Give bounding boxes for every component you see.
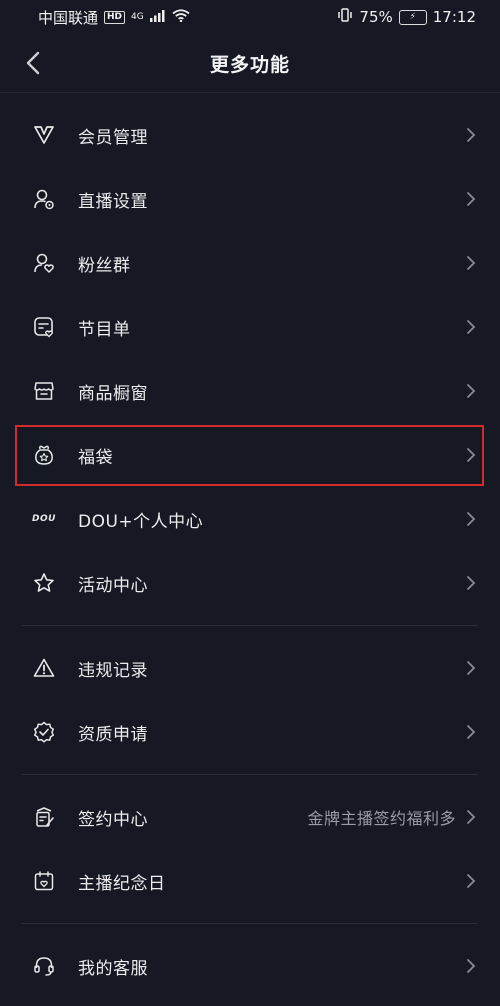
- chevron-right-icon: [466, 957, 478, 975]
- program-list-icon: [32, 315, 56, 339]
- chevron-right-icon: [466, 126, 478, 144]
- chevron-right-icon: [466, 574, 478, 592]
- chevron-right-icon: [466, 318, 478, 336]
- chevron-right-icon: [466, 659, 478, 677]
- menu-item-live-settings[interactable]: 直播设置: [0, 167, 500, 231]
- chevron-right-icon: [466, 446, 478, 464]
- star-icon: [32, 571, 56, 595]
- menu-item-shop-window[interactable]: 商品橱窗: [0, 359, 500, 423]
- vibrate-icon: [337, 8, 353, 26]
- chevron-left-icon: [26, 51, 40, 75]
- menu-item-label: 违规记录: [78, 660, 148, 681]
- chevron-right-icon: [466, 190, 478, 208]
- chevron-right-icon: [466, 254, 478, 272]
- status-bar: 中国联通 HD 4G 75% ⚡ 17:12: [0, 0, 500, 34]
- hd-badge: HD: [104, 10, 126, 24]
- menu-item-label: 主播纪念日: [78, 873, 166, 894]
- menu-item-dou-plus[interactable]: DOU DOU+个人中心: [0, 487, 500, 551]
- chevron-right-icon: [466, 808, 478, 826]
- contract-promo-note: 金牌主播签约福利多: [307, 809, 456, 828]
- signal-icon: [149, 8, 166, 26]
- menu-item-fan-group[interactable]: 粉丝群: [0, 231, 500, 295]
- menu-item-activity-center[interactable]: 活动中心: [0, 551, 500, 615]
- wifi-icon: [172, 8, 190, 26]
- battery-percent: 75%: [359, 8, 393, 26]
- menu-item-label: 直播设置: [78, 191, 148, 212]
- chevron-right-icon: [466, 382, 478, 400]
- status-left: 中国联通 HD 4G: [38, 7, 190, 28]
- fan-group-icon: [32, 251, 56, 275]
- clock: 17:12: [432, 8, 476, 26]
- menu-item-label: 我的客服: [78, 958, 148, 979]
- menu-item-vip[interactable]: 会员管理: [0, 103, 500, 167]
- dou-plus-icon: DOU: [32, 507, 56, 531]
- shop-window-icon: [32, 379, 56, 403]
- menu-item-anniversary[interactable]: 主播纪念日: [0, 849, 500, 913]
- group-divider: [22, 625, 478, 626]
- status-right: 75% ⚡ 17:12: [337, 8, 476, 26]
- menu-item-customer-service[interactable]: 我的客服: [0, 934, 500, 998]
- chevron-right-icon: [466, 510, 478, 528]
- app-header: 更多功能: [0, 34, 500, 93]
- headset-icon: [32, 954, 56, 978]
- group-divider: [22, 774, 478, 775]
- menu-item-label: 资质申请: [78, 724, 148, 745]
- menu-item-label: 签约中心: [78, 809, 148, 830]
- lucky-bag-icon: [32, 443, 56, 467]
- menu-item-label: 活动中心: [78, 575, 148, 596]
- menu-item-contract-center[interactable]: 签约中心 金牌主播签约福利多: [0, 785, 500, 849]
- dou-icon-text: DOU: [32, 514, 56, 524]
- calendar-icon: [32, 869, 56, 893]
- menu-item-label: 节目单: [78, 319, 131, 340]
- warning-icon: [32, 656, 56, 680]
- vip-v-icon: [32, 123, 56, 147]
- menu-item-label: DOU+个人中心: [78, 511, 204, 532]
- menu-item-label: 会员管理: [78, 127, 148, 148]
- page-title: 更多功能: [209, 53, 290, 76]
- network-type: 4G: [131, 12, 144, 22]
- contract-icon: [32, 805, 56, 829]
- menu-list: 会员管理 直播设置 粉丝群 节目单 商品橱窗 福袋 DOU DOU+个人中心 活…: [0, 93, 500, 998]
- menu-item-lucky-bag[interactable]: 福袋: [0, 423, 500, 487]
- menu-item-label: 粉丝群: [78, 255, 131, 276]
- carrier-name: 中国联通: [38, 8, 99, 27]
- chevron-right-icon: [466, 723, 478, 741]
- battery-icon: ⚡: [398, 9, 427, 25]
- menu-item-qualification[interactable]: 资质申请: [0, 700, 500, 764]
- user-settings-icon: [32, 187, 56, 211]
- menu-item-program-list[interactable]: 节目单: [0, 295, 500, 359]
- back-button[interactable]: [18, 47, 48, 79]
- group-divider: [22, 923, 478, 924]
- menu-item-label: 福袋: [78, 447, 113, 468]
- menu-item-label: 商品橱窗: [78, 383, 148, 404]
- verified-badge-icon: [32, 720, 56, 744]
- menu-item-violation-record[interactable]: 违规记录: [0, 636, 500, 700]
- chevron-right-icon: [466, 872, 478, 890]
